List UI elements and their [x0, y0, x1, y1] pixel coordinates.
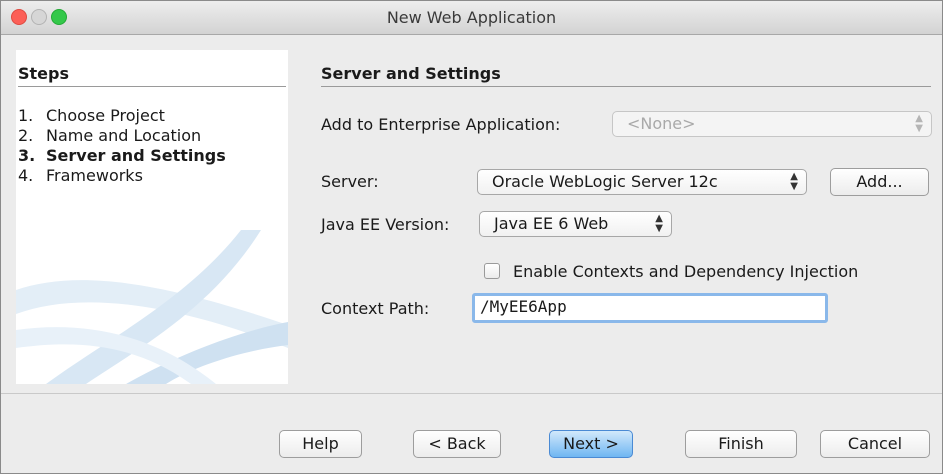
enterprise-app-select[interactable]: <None> ▲ ▼	[612, 111, 932, 137]
server-value: Oracle WebLogic Server 12c	[492, 172, 718, 191]
back-button[interactable]: < Back	[413, 430, 501, 458]
javaee-version-select[interactable]: Java EE 6 Web ▲ ▼	[479, 211, 672, 237]
context-path-input[interactable]: /MyEE6App	[472, 293, 828, 323]
finish-button[interactable]: Finish	[685, 430, 797, 458]
step-label: Server and Settings	[46, 146, 226, 165]
step-number: 3.	[18, 146, 36, 165]
steps-heading: Steps	[18, 64, 69, 83]
select-arrows-icon: ▲ ▼	[790, 171, 798, 192]
step-number: 1.	[18, 106, 34, 125]
next-button[interactable]: Next >	[549, 430, 633, 458]
footer-divider	[1, 393, 942, 394]
enterprise-app-value: <None>	[627, 114, 696, 133]
add-server-button[interactable]: Add...	[830, 168, 929, 196]
select-arrows-icon: ▲ ▼	[655, 213, 663, 234]
select-arrows-icon: ▲ ▼	[915, 113, 923, 134]
steps-panel: Steps 1. Choose Project 2. Name and Locati…	[16, 50, 288, 384]
javaee-version-value: Java EE 6 Web	[494, 214, 609, 233]
decorative-swoosh-graphic	[16, 230, 288, 384]
step-label: Frameworks	[46, 166, 143, 185]
javaee-version-label: Java EE Version:	[321, 215, 450, 234]
dialog-window: New Web Application Steps 1. Choose Proje…	[0, 0, 943, 474]
step-label: Name and Location	[46, 126, 202, 145]
step-label: Choose Project	[46, 106, 165, 125]
help-button[interactable]: Help	[279, 430, 362, 458]
section-heading: Server and Settings	[321, 64, 501, 83]
step-choose-project: 1. Choose Project	[18, 106, 165, 126]
context-path-label: Context Path:	[321, 299, 430, 318]
step-name-and-location: 2. Name and Location	[18, 126, 201, 146]
cancel-button[interactable]: Cancel	[820, 430, 930, 458]
section-divider	[321, 86, 931, 87]
title-bar: New Web Application	[1, 1, 942, 35]
step-number: 2.	[18, 126, 34, 145]
step-frameworks: 4. Frameworks	[18, 166, 143, 186]
cdi-checkbox[interactable]	[484, 263, 500, 279]
server-select[interactable]: Oracle WebLogic Server 12c ▲ ▼	[477, 169, 807, 195]
step-server-and-settings: 3. Server and Settings	[18, 146, 226, 166]
window-title: New Web Application	[386, 8, 557, 27]
server-label: Server:	[321, 172, 379, 191]
step-number: 4.	[18, 166, 34, 185]
cdi-checkbox-label[interactable]: Enable Contexts and Dependency Injection	[513, 262, 858, 281]
steps-divider	[18, 86, 286, 87]
enterprise-app-label: Add to Enterprise Application:	[321, 115, 561, 134]
